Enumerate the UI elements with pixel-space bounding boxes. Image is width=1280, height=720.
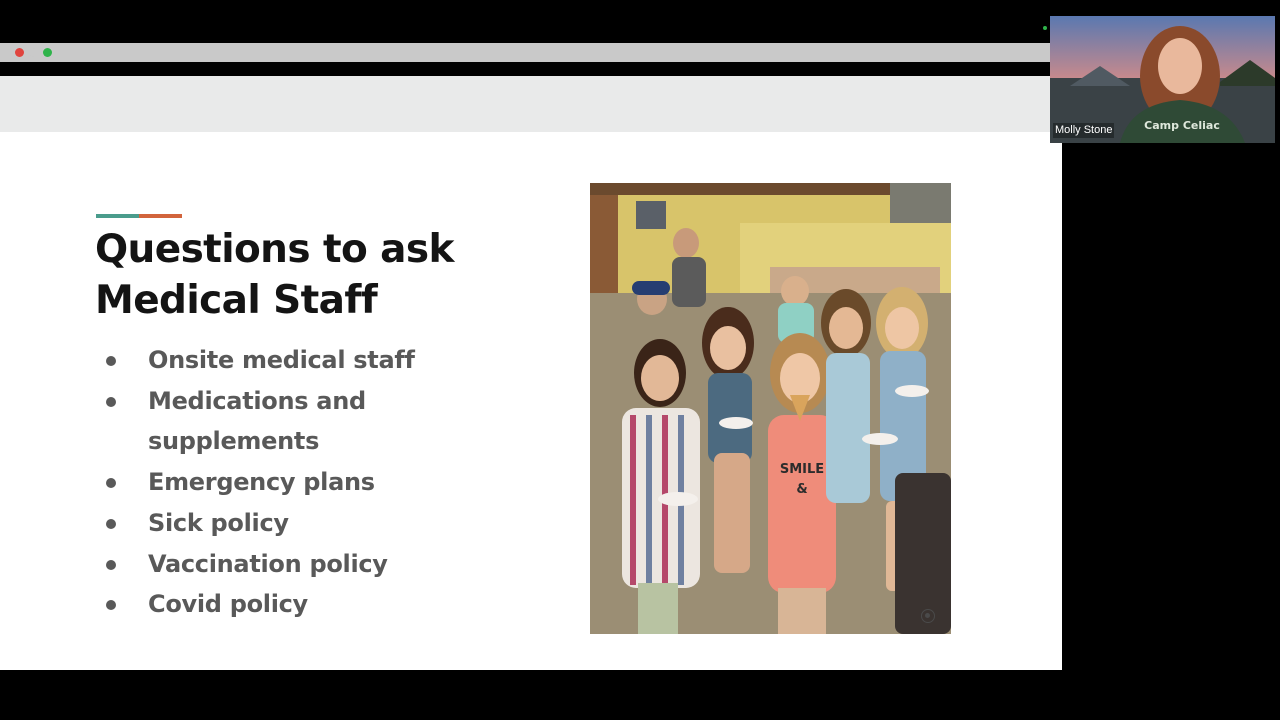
presentation-slide: Questions to ask Medical Staff Onsite me… (0, 132, 1062, 670)
bullet-text: Medications and supplements (148, 386, 366, 456)
active-speaker-indicator-icon (1043, 26, 1047, 30)
bullet-item: Vaccination policy (104, 544, 524, 585)
participant-video-tile[interactable]: Camp Celiac Molly Stone (1050, 16, 1275, 143)
bullet-dot-icon (106, 600, 116, 611)
window-titlebar (0, 43, 1050, 62)
participant-name-label: Molly Stone (1053, 123, 1115, 138)
bullet-dot-icon (106, 356, 116, 366)
bullet-item: Medications and supplements (104, 381, 524, 462)
bullet-text: Sick policy (148, 508, 289, 537)
bullet-item: Onsite medical staff (104, 340, 524, 381)
bullet-list: Onsite medical staff Medications and sup… (104, 340, 524, 625)
bullet-text: Vaccination policy (148, 549, 388, 578)
bullet-item: Sick policy (104, 503, 524, 544)
slide-title-line-2: Medical Staff (95, 278, 378, 323)
title-accent-bar (96, 214, 182, 218)
svg-text:SMILE: SMILE (780, 462, 824, 477)
close-dot-icon[interactable] (15, 48, 24, 57)
minimize-dot-icon[interactable] (29, 48, 38, 57)
bullet-item: Covid policy (104, 584, 524, 625)
slide-title-line-1: Questions to ask (95, 227, 454, 272)
shirt-text: Camp Celiac (1144, 119, 1220, 132)
campers-photo-illustration: SMILE & (590, 183, 951, 634)
bullet-dot-icon (106, 518, 116, 529)
maximize-dot-icon[interactable] (43, 48, 52, 57)
bullet-text: Onsite medical staff (148, 346, 415, 374)
svg-text:&: & (796, 482, 807, 497)
bullet-text: Covid policy (148, 590, 308, 619)
bullet-text: Emergency plans (148, 468, 375, 497)
campers-photo: SMILE & (590, 183, 951, 634)
bullet-dot-icon (106, 559, 116, 570)
accent-orange (139, 214, 182, 218)
camera-icon[interactable] (921, 609, 935, 623)
accent-teal (96, 214, 139, 218)
bullet-dot-icon (106, 396, 116, 407)
presentation-toolbar (0, 76, 1050, 132)
bullet-dot-icon (106, 478, 116, 489)
slide-title: Questions to ask Medical Staff (95, 224, 515, 326)
bullet-item: Emergency plans (104, 462, 524, 503)
